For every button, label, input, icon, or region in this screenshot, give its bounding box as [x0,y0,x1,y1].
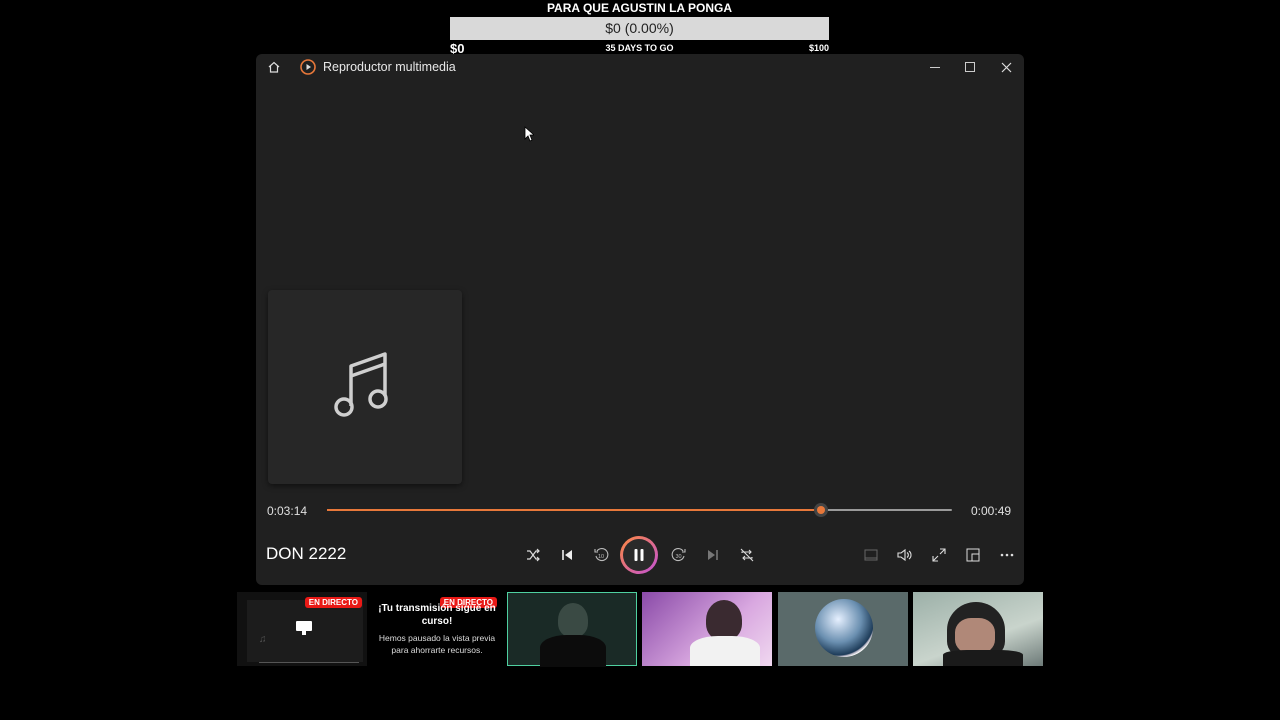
home-icon[interactable] [266,59,282,75]
repeat-off-icon [740,548,754,562]
rewind-10-button[interactable]: 10 [589,543,613,567]
pause-icon [634,549,644,561]
repeat-button[interactable] [735,543,759,567]
previous-icon [562,550,572,560]
remaining-time: 0:00:49 [971,504,1012,518]
goal-title: PARA QUE AGUSTIN LA PONGA [546,1,733,15]
screen-preview: ♫ [247,600,363,663]
fullscreen-icon [932,548,946,562]
media-player-window: Reproductor multimedia 0:03:14 0:00:49 D… [256,54,1024,585]
volume-icon [897,548,912,562]
stream-preview-5[interactable] [778,592,908,666]
paused-title: ¡Tu transmisión sigue en curso! [378,603,496,627]
seek-handle[interactable] [814,503,828,517]
maximize-button[interactable] [958,58,982,76]
seek-bar[interactable] [327,503,952,517]
forward-30-button[interactable]: 30 [667,543,691,567]
donation-goal-widget: PARA QUE AGUSTIN LA PONGA $0 (0.00%) $0 … [450,0,829,56]
next-button[interactable] [701,543,725,567]
mini-player-button[interactable] [859,543,883,567]
goal-days-label: 35 DAYS TO GO [605,43,674,53]
svg-text:30: 30 [676,554,682,560]
stream-preview-1[interactable]: ♫ EN DIRECTO [237,592,367,666]
shuffle-button[interactable] [521,543,545,567]
album-art [268,290,462,484]
previous-button[interactable] [555,543,579,567]
cast-button[interactable] [961,543,985,567]
shuffle-icon [527,548,540,562]
music-note-icon [333,350,397,425]
mini-player-icon [864,549,878,561]
minimize-button[interactable] [923,58,947,76]
seek-bar-fill [327,509,821,511]
window-title: Reproductor multimedia [323,60,456,74]
goal-progress-bar: $0 (0.00%) [450,17,829,40]
fullscreen-button[interactable] [927,543,951,567]
webcam-person [706,600,742,640]
close-button[interactable] [994,58,1018,76]
stream-preview-paused[interactable]: EN DIRECTO ¡Tu transmisión sigue en curs… [372,592,502,666]
svg-text:10: 10 [598,554,604,560]
elapsed-time: 0:03:14 [267,504,308,518]
rewind-10-icon: 10 [594,548,609,562]
globe-logo [815,599,873,657]
mouse-cursor-icon [524,126,536,147]
track-title: DON 2222 [266,544,347,563]
volume-button[interactable] [893,543,917,567]
media-player-icon [300,59,316,75]
more-options-button[interactable] [995,543,1019,567]
stream-preview-6[interactable] [913,592,1043,666]
next-icon [708,550,718,560]
more-icon [1000,553,1014,557]
play-pause-button[interactable] [620,536,658,574]
stream-preview-3[interactable] [507,592,637,667]
paused-text: Hemos pausado la vista previa para ahorr… [378,633,496,655]
webcam-person [558,603,588,637]
title-bar[interactable]: Reproductor multimedia [256,54,1024,80]
forward-30-icon: 30 [671,548,686,562]
stream-preview-4[interactable] [642,592,772,666]
cast-icon [966,548,980,562]
live-badge: EN DIRECTO [304,597,362,608]
goal-max-label: $100 [808,43,829,53]
